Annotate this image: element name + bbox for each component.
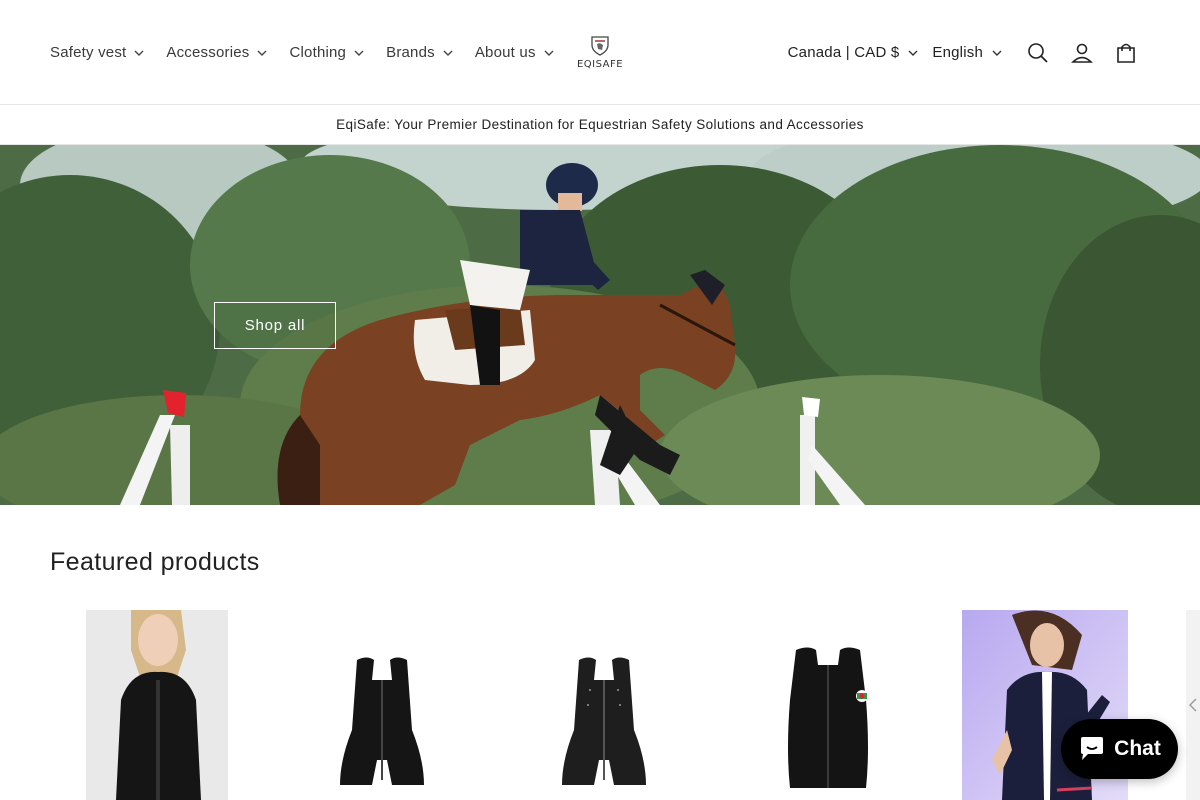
product-image-black-vest-studded <box>554 610 654 800</box>
shop-all-label: Shop all <box>244 317 306 334</box>
account-button[interactable] <box>1060 31 1104 75</box>
chat-button[interactable]: Chat <box>1061 719 1178 779</box>
nav-item-safety-vest[interactable]: Safety vest <box>50 44 144 61</box>
shop-all-button[interactable]: Shop all <box>214 302 336 349</box>
search-icon <box>1028 42 1048 63</box>
crest-logo-icon <box>591 36 609 56</box>
hero-showjumping-image <box>0 145 1200 505</box>
chevron-down-icon <box>354 48 364 58</box>
product-image-black-vest <box>332 610 432 800</box>
announcement-text: EqiSafe: Your Premier Destination for Eq… <box>336 117 864 132</box>
nav-item-label: Clothing <box>289 44 347 61</box>
nav-item-clothing[interactable]: Clothing <box>289 44 364 61</box>
featured-products-carousel <box>50 610 1200 800</box>
nav-item-label: Brands <box>386 44 435 61</box>
product-card[interactable] <box>50 610 262 800</box>
account-icon <box>1071 43 1093 63</box>
product-image-woman-black-vest <box>86 610 228 800</box>
logo-text: EQISAFE <box>576 59 624 70</box>
featured-products-title: Featured products <box>50 548 260 576</box>
nav-item-label: About us <box>474 44 536 61</box>
cart-button[interactable] <box>1104 31 1148 75</box>
country-label: Canada | CAD $ <box>787 44 900 61</box>
product-card[interactable] <box>272 610 484 800</box>
hero-banner: Shop all <box>0 145 1200 505</box>
chevron-left-icon <box>1189 698 1197 712</box>
product-card[interactable] <box>494 610 706 800</box>
chat-bubble-icon <box>1078 736 1106 762</box>
chevron-down-icon <box>908 48 918 58</box>
search-button[interactable] <box>1016 31 1060 75</box>
cart-icon <box>1117 43 1135 63</box>
header-utilities: Canada | CAD $ English <box>788 0 1148 105</box>
nav-item-label: Safety vest <box>50 44 127 61</box>
site-header: Safety vest Accessories Clothing Brands … <box>0 0 1200 105</box>
nav-item-brands[interactable]: Brands <box>386 44 453 61</box>
main-nav: Safety vest Accessories Clothing Brands … <box>50 0 576 105</box>
chevron-down-icon <box>544 48 554 58</box>
chevron-down-icon <box>257 48 267 58</box>
language-selector[interactable]: English <box>932 44 1002 61</box>
nav-item-about-us[interactable]: About us <box>475 44 554 61</box>
nav-item-label: Accessories <box>166 44 250 61</box>
chevron-down-icon <box>443 48 453 58</box>
chat-label: Chat <box>1114 737 1161 760</box>
site-logo[interactable]: EQISAFE <box>572 34 628 74</box>
carousel-next-arrow[interactable] <box>1186 610 1200 800</box>
nav-item-accessories[interactable]: Accessories <box>166 44 267 61</box>
chevron-down-icon <box>134 48 144 58</box>
product-card[interactable] <box>716 610 928 800</box>
language-label: English <box>932 44 983 61</box>
country-selector[interactable]: Canada | CAD $ <box>788 44 919 61</box>
announcement-bar: EqiSafe: Your Premier Destination for Eq… <box>0 105 1200 145</box>
chevron-down-icon <box>992 48 1002 58</box>
product-image-black-vest-flag <box>758 610 898 800</box>
